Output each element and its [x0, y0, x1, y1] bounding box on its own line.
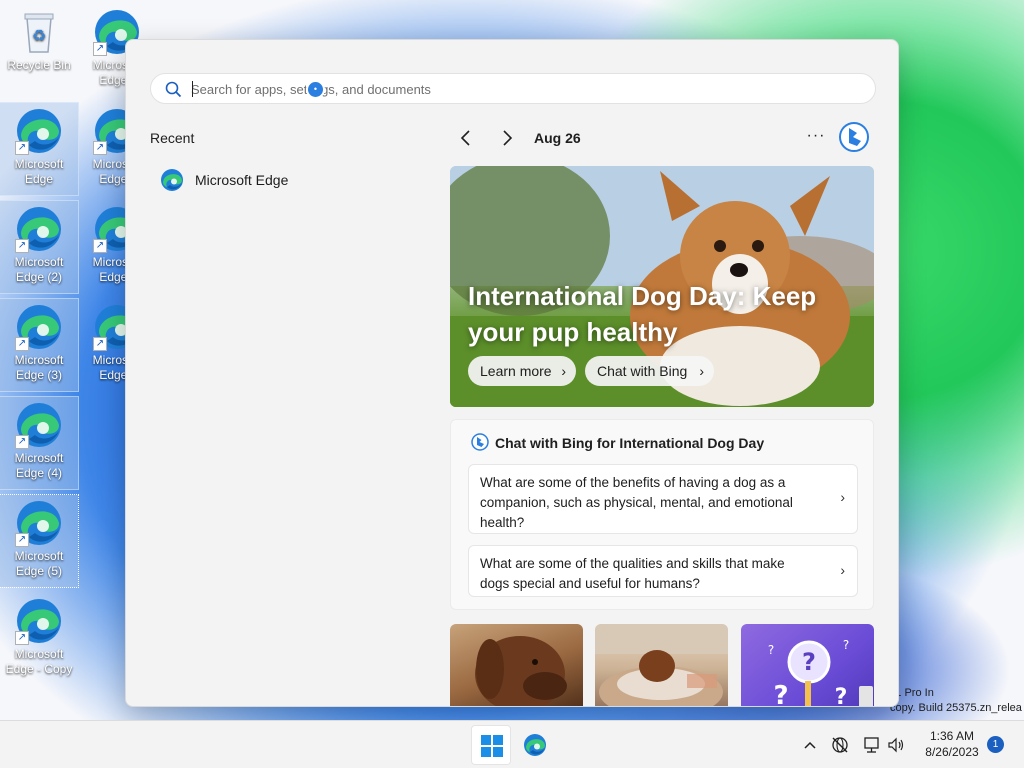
chat-with-bing-button[interactable]: Chat with Bing ›	[585, 356, 714, 386]
desktop-icon-edge-copy[interactable]: ↗ Microsoft Edge - Copy	[0, 593, 78, 685]
desktop-icon-label: Microsoft Edge	[14, 157, 64, 186]
start-button[interactable]	[471, 725, 511, 765]
recent-item-microsoft-edge[interactable]: Microsoft Edge	[150, 162, 420, 198]
text-caret	[192, 81, 193, 97]
ethernet-icon	[864, 737, 879, 753]
edge-icon: ↗	[15, 107, 63, 155]
learn-more-button[interactable]: Learn more ›	[468, 356, 576, 386]
chevron-left-icon	[460, 130, 470, 146]
desktop-icon-label: Microsoft Edge (2)	[14, 255, 64, 284]
chevron-right-icon: ›	[840, 562, 845, 578]
dog-portrait-image	[475, 636, 567, 706]
chat-with-bing-card: Chat with Bing for International Dog Day…	[450, 419, 874, 610]
shortcut-arrow-icon: ↗	[93, 42, 107, 56]
shortcut-arrow-icon: ↗	[93, 239, 107, 253]
bing-icon	[839, 122, 869, 152]
shortcut-arrow-icon: ↗	[93, 141, 107, 155]
speaker-icon	[888, 737, 904, 753]
question-marks-thumbnail[interactable]: ? ? ? ? ?	[741, 624, 874, 707]
svg-text:?: ?	[773, 681, 788, 707]
shortcut-arrow-icon: ↗	[15, 533, 29, 547]
desktop-icon-label: Recycle Bin	[7, 58, 71, 72]
globe-offline-icon	[832, 737, 848, 753]
volume-button[interactable]	[886, 735, 906, 755]
chat-card-title: Chat with Bing for International Dog Day	[495, 435, 765, 451]
date-label: Aug 26	[534, 130, 581, 146]
desktop-icon-label: Microsoft Edge - Copy	[5, 647, 73, 676]
chevron-right-icon	[503, 130, 513, 146]
windows-logo-icon	[481, 735, 503, 757]
svg-text:?: ?	[802, 648, 816, 676]
desktop-icon-recycle-bin[interactable]: ♻ Recycle Bin	[0, 4, 78, 96]
previous-day-button[interactable]	[454, 126, 478, 150]
network-disconnected-button[interactable]	[830, 735, 850, 755]
svg-text:?: ?	[835, 685, 848, 707]
desktop-icon-edge-3[interactable]: ↗ Microsoft Edge (3)	[0, 298, 79, 392]
svg-text:?: ?	[768, 643, 774, 657]
mouse-cursor-icon: •	[306, 80, 325, 99]
bing-icon	[471, 433, 489, 451]
question-marks-image: ? ? ? ? ?	[768, 638, 849, 707]
build-watermark: 11 Pro In copy. Build 25375.zn_relea	[890, 687, 1022, 714]
edge-icon	[160, 168, 184, 192]
desktop-icon-edge-2[interactable]: ↗ Microsoft Edge (2)	[0, 200, 79, 294]
start-menu: • Recent Microsoft Edge Aug 26 ···	[125, 39, 899, 707]
svg-text:♻: ♻	[32, 26, 46, 45]
search-box[interactable]	[150, 73, 876, 104]
hero-title: International Dog Day: Keep your pup hea…	[468, 281, 817, 347]
edge-icon: ↗	[15, 205, 63, 253]
recent-item-label: Microsoft Edge	[195, 172, 289, 188]
notification-badge[interactable]: 1	[987, 736, 1004, 753]
next-day-button[interactable]	[495, 126, 519, 150]
more-options-button[interactable]: ···	[804, 126, 828, 150]
widget-scrollbar[interactable]	[859, 686, 873, 706]
taskbar-edge-button[interactable]	[515, 725, 555, 765]
edge-icon	[523, 733, 547, 757]
network-button[interactable]	[862, 735, 882, 755]
dog-in-bed-thumbnail[interactable]	[595, 624, 728, 706]
shortcut-arrow-icon: ↗	[15, 239, 29, 253]
shortcut-arrow-icon: ↗	[93, 337, 107, 351]
shortcut-arrow-icon: ↗	[15, 435, 29, 449]
learn-more-label: Learn more	[480, 363, 552, 379]
clock-button[interactable]: 1:36 AM 8/26/2023	[912, 728, 992, 760]
desktop-icon-edge-4[interactable]: ↗ Microsoft Edge (4)	[0, 396, 79, 490]
chat-suggestion-text: What are some of the qualities and skill…	[480, 556, 785, 591]
shortcut-arrow-icon: ↗	[15, 631, 29, 645]
chat-suggestion-item[interactable]: What are some of the qualities and skill…	[468, 545, 858, 597]
chevron-right-icon: ›	[699, 363, 704, 379]
hero-card[interactable]: International Dog Day: Keep your pup hea…	[450, 166, 874, 407]
clock-date: 8/26/2023	[925, 745, 979, 759]
recycle-bin-icon: ♻	[15, 8, 63, 56]
edge-icon: ↗	[15, 499, 63, 547]
desktop-icon-label: Microsoft Edge (3)	[14, 353, 64, 382]
desktop-icon-label: Microsoft Edge (5)	[14, 549, 64, 578]
chat-suggestion-item[interactable]: What are some of the benefits of having …	[468, 464, 858, 534]
svg-text:?: ?	[843, 638, 849, 652]
chat-with-bing-label: Chat with Bing	[597, 363, 688, 379]
taskbar: 1:36 AM 8/26/2023 1	[0, 720, 1024, 768]
edge-icon: ↗	[15, 597, 63, 645]
desktop-icon-edge[interactable]: ↗ Microsoft Edge	[0, 102, 79, 196]
clock-time: 1:36 AM	[929, 729, 975, 743]
dog-in-bed-image	[595, 624, 728, 706]
dog-portrait-thumbnail[interactable]	[450, 624, 583, 706]
edge-icon: ↗	[15, 401, 63, 449]
chevron-up-icon	[804, 741, 816, 749]
desktop-icon-edge-5[interactable]: ↗ Microsoft Edge (5)	[0, 494, 79, 588]
bing-button[interactable]	[838, 121, 870, 153]
chevron-right-icon: ›	[561, 363, 566, 379]
desktop-icon-label: Microsoft Edge (4)	[14, 451, 64, 480]
chevron-right-icon: ›	[840, 489, 845, 505]
recent-heading: Recent	[150, 130, 195, 146]
edge-icon: ↗	[15, 303, 63, 351]
search-icon	[165, 81, 182, 98]
shortcut-arrow-icon: ↗	[15, 141, 29, 155]
search-input[interactable]	[191, 78, 851, 100]
chat-suggestion-text: What are some of the benefits of having …	[480, 475, 793, 530]
show-hidden-icons-button[interactable]	[800, 735, 820, 755]
shortcut-arrow-icon: ↗	[15, 337, 29, 351]
